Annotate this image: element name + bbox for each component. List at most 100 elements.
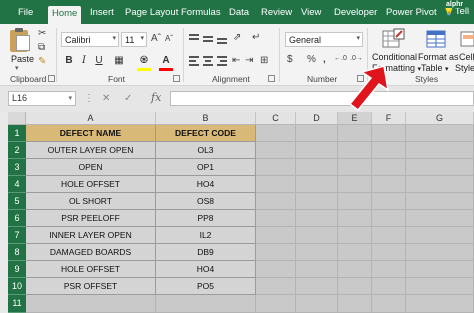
cell-d11[interactable] bbox=[296, 295, 338, 313]
wrap-text-icon[interactable]: ↵ bbox=[252, 32, 260, 43]
row-header-11[interactable]: 11 bbox=[8, 295, 26, 313]
increase-decimal-icon[interactable]: ←.0 bbox=[334, 55, 347, 62]
underline-button[interactable]: U bbox=[93, 54, 105, 68]
worksheet-grid[interactable]: A B C D E F G 1 DEFECT NAME DEFECT CODE 2 OUTER LAY… bbox=[0, 112, 474, 313]
cell-c3[interactable] bbox=[256, 159, 296, 176]
cell-g11[interactable] bbox=[406, 295, 474, 313]
row-header-9[interactable]: 9 bbox=[8, 261, 26, 278]
comma-style-icon[interactable]: , bbox=[323, 54, 326, 65]
copy-icon[interactable]: ⧉ bbox=[38, 42, 45, 53]
cell-a4[interactable]: HOLE OFFSET bbox=[26, 176, 156, 193]
row-header-7[interactable]: 7 bbox=[8, 227, 26, 244]
decrease-decimal-icon[interactable]: .0→ bbox=[350, 55, 363, 62]
cell-e2[interactable] bbox=[338, 142, 372, 159]
cell-b9[interactable]: HO4 bbox=[156, 261, 256, 278]
cell-e11[interactable] bbox=[338, 295, 372, 313]
tab-home[interactable]: Home bbox=[48, 6, 82, 24]
cell-a10[interactable]: PSR OFFSET bbox=[26, 278, 156, 295]
conditional-formatting-icon[interactable] bbox=[382, 28, 406, 50]
cell-g10[interactable] bbox=[406, 278, 474, 295]
merge-center-icon[interactable]: ⊞ bbox=[260, 55, 268, 66]
clipboard-launcher-icon[interactable] bbox=[48, 75, 55, 82]
cell-styles-button[interactable]: Styles bbox=[455, 63, 474, 73]
format-as-table-button[interactable]: Table ▾ bbox=[421, 63, 449, 73]
column-header-g[interactable]: G bbox=[406, 112, 474, 125]
cell-g1[interactable] bbox=[406, 125, 474, 142]
cell-g3[interactable] bbox=[406, 159, 474, 176]
cell-b8[interactable]: DB9 bbox=[156, 244, 256, 261]
font-size-dropdown[interactable]: 11 ▾ bbox=[121, 32, 147, 47]
tab-view[interactable]: View bbox=[297, 6, 325, 24]
cell-a8[interactable]: DAMAGED BOARDS bbox=[26, 244, 156, 261]
cell-c1[interactable] bbox=[256, 125, 296, 142]
tab-review[interactable]: Review bbox=[257, 6, 296, 24]
row-header-2[interactable]: 2 bbox=[8, 142, 26, 159]
cancel-icon[interactable]: ✕ bbox=[102, 93, 110, 104]
cell-c8[interactable] bbox=[256, 244, 296, 261]
currency-icon[interactable]: $ bbox=[287, 54, 293, 65]
select-all-corner[interactable] bbox=[8, 112, 26, 125]
fill-color-icon[interactable]: ♼ bbox=[138, 54, 150, 68]
cell-b10[interactable]: PO5 bbox=[156, 278, 256, 295]
cell-c2[interactable] bbox=[256, 142, 296, 159]
alignment-launcher-icon[interactable] bbox=[268, 75, 275, 82]
cell-a7[interactable]: INNER LAYER OPEN bbox=[26, 227, 156, 244]
cell-e9[interactable] bbox=[338, 261, 372, 278]
cell-e3[interactable] bbox=[338, 159, 372, 176]
tab-formulas[interactable]: Formulas bbox=[177, 6, 225, 24]
column-header-c[interactable]: C bbox=[256, 112, 296, 125]
bold-button[interactable]: B bbox=[63, 54, 75, 68]
font-color-icon[interactable]: A bbox=[160, 54, 172, 68]
row-header-5[interactable]: 5 bbox=[8, 193, 26, 210]
row-header-3[interactable]: 3 bbox=[8, 159, 26, 176]
row-header-4[interactable]: 4 bbox=[8, 176, 26, 193]
number-format-dropdown[interactable]: General ▾ bbox=[285, 32, 363, 47]
tab-insert[interactable]: Insert bbox=[86, 6, 118, 24]
cell-c11[interactable] bbox=[256, 295, 296, 313]
cell-c6[interactable] bbox=[256, 210, 296, 227]
cell-styles-label[interactable]: Cell bbox=[459, 52, 474, 62]
borders-icon[interactable]: ▦ bbox=[113, 54, 125, 68]
cell-b11[interactable] bbox=[156, 295, 256, 313]
cell-f6[interactable] bbox=[372, 210, 406, 227]
percent-icon[interactable]: % bbox=[307, 54, 316, 65]
cell-b2[interactable]: OL3 bbox=[156, 142, 256, 159]
cell-d2[interactable] bbox=[296, 142, 338, 159]
cell-f10[interactable] bbox=[372, 278, 406, 295]
cell-d9[interactable] bbox=[296, 261, 338, 278]
formula-input[interactable] bbox=[170, 91, 474, 106]
increase-font-icon[interactable]: Aˆ bbox=[151, 33, 161, 44]
cell-f5[interactable] bbox=[372, 193, 406, 210]
column-header-e[interactable]: E bbox=[338, 112, 372, 125]
cell-f7[interactable] bbox=[372, 227, 406, 244]
cell-f4[interactable] bbox=[372, 176, 406, 193]
row-header-1[interactable]: 1 bbox=[8, 125, 26, 142]
cell-d1[interactable] bbox=[296, 125, 338, 142]
cell-d6[interactable] bbox=[296, 210, 338, 227]
cell-g9[interactable] bbox=[406, 261, 474, 278]
row-header-6[interactable]: 6 bbox=[8, 210, 26, 227]
cell-b6[interactable]: PP8 bbox=[156, 210, 256, 227]
cell-c9[interactable] bbox=[256, 261, 296, 278]
tab-file[interactable]: File bbox=[14, 6, 37, 24]
column-header-b[interactable]: B bbox=[156, 112, 256, 125]
cell-a6[interactable]: PSR PEELOFF bbox=[26, 210, 156, 227]
format-painter-icon[interactable]: ✎ bbox=[38, 56, 46, 67]
cell-styles-icon[interactable] bbox=[460, 28, 474, 50]
cell-a9[interactable]: HOLE OFFSET bbox=[26, 261, 156, 278]
cut-icon[interactable]: ✂ bbox=[38, 28, 46, 39]
cell-g6[interactable] bbox=[406, 210, 474, 227]
cell-g2[interactable] bbox=[406, 142, 474, 159]
format-as-table-label[interactable]: Format as bbox=[418, 52, 459, 62]
cell-e4[interactable] bbox=[338, 176, 372, 193]
cell-d8[interactable] bbox=[296, 244, 338, 261]
cell-f2[interactable] bbox=[372, 142, 406, 159]
column-header-f[interactable]: F bbox=[372, 112, 406, 125]
cell-e5[interactable] bbox=[338, 193, 372, 210]
cell-e7[interactable] bbox=[338, 227, 372, 244]
tab-page-layout[interactable]: Page Layout bbox=[121, 6, 182, 24]
cell-g4[interactable] bbox=[406, 176, 474, 193]
decrease-font-icon[interactable]: Aˇ bbox=[165, 34, 173, 43]
cell-g8[interactable] bbox=[406, 244, 474, 261]
cell-f1[interactable] bbox=[372, 125, 406, 142]
